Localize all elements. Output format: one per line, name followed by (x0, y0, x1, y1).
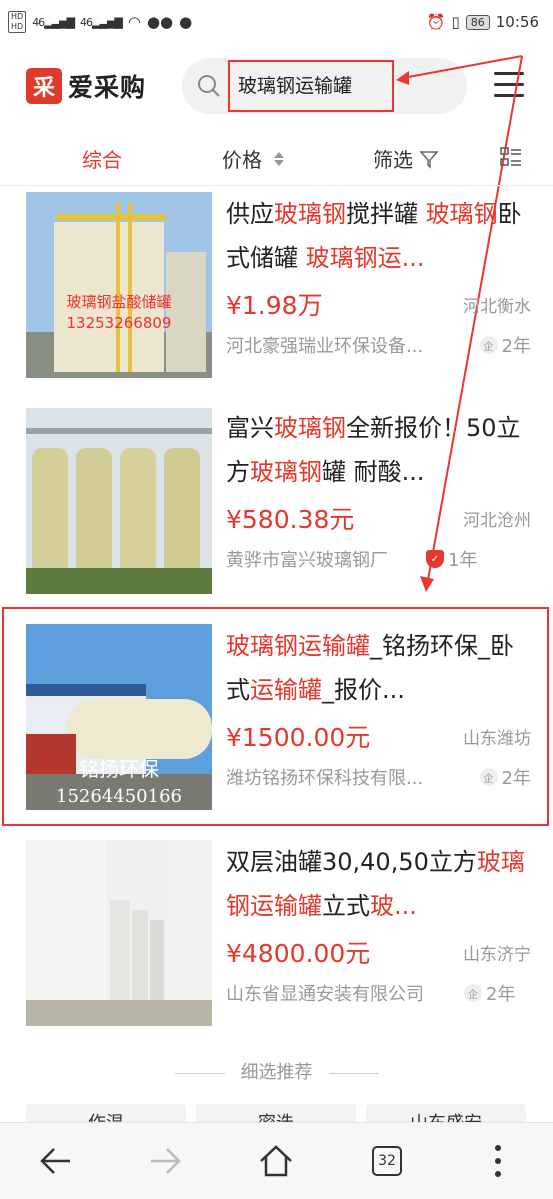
shop-name[interactable]: 潍坊铭扬环保科技有限... (226, 764, 466, 790)
product-title[interactable]: 供应玻璃钢搅拌罐 玻璃钢卧式储罐 玻璃钢运... (226, 192, 531, 280)
shop-years: 企 2年 (464, 980, 515, 1006)
product-price: ¥580.38元 (226, 505, 355, 534)
product-price: ¥1.98万 (226, 291, 323, 320)
product-location: 河北沧州 (463, 511, 531, 531)
product-location: 山东济宁 (463, 945, 531, 965)
logo-text: 爱采购 (68, 73, 147, 102)
product-item[interactable]: 玻璃钢盐酸储罐 13253266809 供应玻璃钢搅拌罐 玻璃钢卧式储罐 玻璃钢… (0, 192, 553, 398)
shop-years: 企 2年 (479, 332, 531, 358)
more-menu-button[interactable] (478, 1141, 518, 1181)
alarm-icon: ⏰ (426, 13, 446, 31)
product-item[interactable]: 铭扬环保 15264450166 玻璃钢运输罐_铭扬环保_卧式运输罐_报价...… (0, 624, 553, 830)
product-title[interactable]: 双层油罐30,40,50立方玻璃钢运输罐立式玻... (226, 840, 531, 928)
more-vertical-icon (495, 1145, 501, 1177)
logo[interactable]: 采 爱采购 (26, 68, 146, 104)
signal-icon-2: 46▂▃▅▇ (80, 15, 123, 29)
image-phone: 13253266809 (67, 314, 172, 332)
battery-icon: 86 (465, 14, 490, 30)
layout-toggle-icon[interactable] (500, 146, 522, 168)
tabs-button[interactable]: 32 (367, 1141, 407, 1181)
product-image: 铭扬环保 15264450166 (26, 624, 212, 810)
browser-nav-bar: 32 (0, 1122, 553, 1199)
product-image (26, 840, 212, 1026)
tab-comprehensive[interactable]: 综合 (82, 144, 122, 173)
sort-icon (274, 151, 284, 166)
message-icon: ● (179, 13, 193, 31)
shop-name[interactable]: 山东省显通安装有限公司 (226, 980, 462, 1006)
search-bar[interactable]: 玻璃钢运输罐 (182, 58, 467, 114)
home-button[interactable] (256, 1141, 296, 1181)
shop-years: ✓ 1年 (426, 546, 477, 572)
menu-icon[interactable] (494, 72, 524, 100)
product-item[interactable]: 富兴玻璃钢全新报价！50立方玻璃钢罐 耐酸... ¥580.38元 河北沧州 黄… (0, 398, 553, 604)
wifi-icon: ◠ (127, 13, 141, 31)
verified-badge-icon: ✓ (426, 550, 444, 568)
tab-price[interactable]: 价格 (222, 144, 284, 173)
enterprise-badge-icon: 企 (479, 336, 498, 354)
vibrate-icon: ▯ (451, 13, 460, 31)
back-button[interactable] (35, 1141, 75, 1181)
hd-icon: HD HD (8, 11, 27, 33)
logo-mark: 采 (26, 68, 62, 104)
product-item[interactable]: 双层油罐30,40,50立方玻璃钢运输罐立式玻... ¥4800.00元 山东济… (0, 840, 553, 1046)
forward-button[interactable] (146, 1141, 186, 1181)
enterprise-badge-icon: 企 (464, 984, 482, 1002)
filter-icon (419, 150, 439, 169)
forward-arrow-icon (151, 1148, 181, 1174)
product-image (26, 408, 212, 594)
tab-filter[interactable]: 筛选 (373, 144, 439, 173)
back-arrow-icon (40, 1148, 70, 1174)
wechat-icon: ●● (146, 13, 174, 31)
clock: 10:56 (495, 13, 539, 31)
search-input[interactable]: 玻璃钢运输罐 (228, 60, 394, 112)
product-location: 河北衡水 (463, 297, 531, 317)
product-location: 山东潍坊 (463, 729, 531, 749)
header: 采 爱采购 玻璃钢运输罐 (0, 50, 553, 120)
product-price: ¥1500.00元 (226, 723, 371, 752)
status-bar: HD HD 46▂▃▅▇ 46▂▃▅▇ ◠ ●● ● ⏰ ▯ 86 10:56 (0, 0, 553, 44)
image-caption: 玻璃钢盐酸储罐 (66, 293, 171, 311)
product-title[interactable]: 富兴玻璃钢全新报价！50立方玻璃钢罐 耐酸... (226, 406, 531, 494)
signal-icon: 46▂▃▅▇ (32, 15, 75, 29)
home-icon (260, 1145, 292, 1177)
search-icon (198, 75, 220, 97)
filter-tabs: 综合 价格 筛选 (0, 130, 553, 186)
shop-name[interactable]: 黄骅市富兴玻璃钢厂 (226, 546, 426, 572)
product-title[interactable]: 玻璃钢运输罐_铭扬环保_卧式运输罐_报价... (226, 624, 531, 712)
product-image: 玻璃钢盐酸储罐 13253266809 (26, 192, 212, 378)
product-price: ¥4800.00元 (226, 939, 371, 968)
image-caption: 铭扬环保 (79, 757, 159, 781)
enterprise-badge-icon: 企 (479, 768, 498, 786)
shop-name[interactable]: 河北豪强瑞业环保设备... (226, 332, 466, 358)
recommend-heading: 细选推荐 (0, 1058, 553, 1084)
shop-years: 企 2年 (479, 764, 531, 790)
image-phone: 15264450166 (56, 786, 182, 807)
tab-count-icon: 32 (372, 1146, 402, 1176)
